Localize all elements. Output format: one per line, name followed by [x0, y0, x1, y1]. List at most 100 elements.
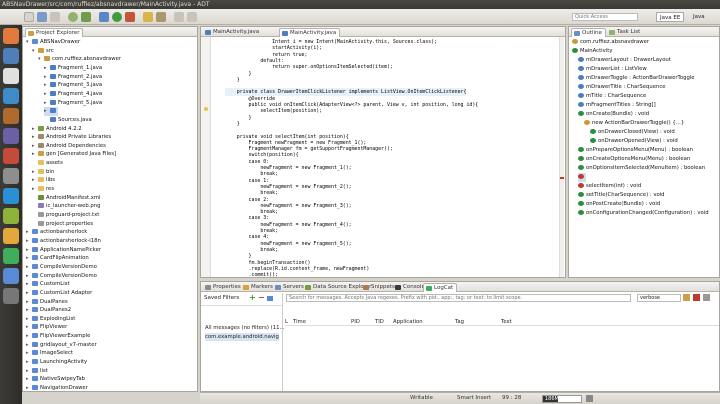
- outline-item[interactable]: mDrawerTitle : CharSequence: [578, 83, 666, 92]
- outline-item[interactable]: onDrawerClosed(View) : void: [590, 128, 675, 137]
- tab-servers[interactable]: Servers: [273, 283, 307, 292]
- tree-item[interactable]: ▸ ImageSelect: [26, 349, 73, 358]
- memory-bar[interactable]: 186M: [542, 395, 582, 403]
- tab-markers[interactable]: Markers: [241, 283, 276, 292]
- outline-item[interactable]: selectItem(int) : void: [578, 182, 641, 191]
- trash-icon[interactable]: [3, 288, 19, 304]
- outline-item[interactable]: onPostCreate(Bundle) : void: [578, 200, 660, 209]
- outline-item[interactable]: onCreate(Bundle) : void: [578, 110, 649, 119]
- scroll-lock-icon[interactable]: [703, 294, 710, 301]
- writer-icon[interactable]: [3, 68, 19, 84]
- logcat-column-header[interactable]: L: [285, 318, 288, 326]
- tab-task-list[interactable]: Task List: [607, 28, 643, 37]
- tree-item[interactable]: ▾ ABSNavDrawer: [26, 38, 80, 47]
- avd-manager-icon[interactable]: [81, 12, 91, 22]
- tree-item[interactable]: ▸ ApplicationNamePicker: [26, 246, 101, 255]
- tree-item[interactable]: ▸ CompileVersionDemo: [26, 272, 97, 281]
- editor-overview-ruler[interactable]: [559, 37, 564, 277]
- tree-item[interactable]: AndroidManifest.xml: [32, 194, 101, 203]
- tree-item[interactable]: ▸ Fragment_3.java: [44, 81, 102, 90]
- tab-properties[interactable]: Properties: [203, 283, 244, 292]
- ubuntu-one-icon[interactable]: [3, 148, 19, 164]
- run-icon[interactable]: [112, 12, 122, 22]
- tree-item[interactable]: ▸ CompileVersionDemo: [26, 263, 97, 272]
- edit-filter-icon[interactable]: [267, 296, 273, 301]
- tree-item[interactable]: ▸ DualPanes: [26, 298, 68, 307]
- quick-access-input[interactable]: [572, 13, 638, 21]
- skype-icon[interactable]: [3, 188, 19, 204]
- tree-item[interactable]: ▸ gen [Generated Java Files]: [32, 150, 116, 159]
- search-icon[interactable]: [156, 12, 166, 22]
- tree-item[interactable]: ▸ LaunchingActivity: [26, 358, 87, 367]
- tree-item[interactable]: project.properties: [32, 220, 93, 229]
- tree-item[interactable]: Sources.java: [44, 116, 92, 125]
- gc-icon[interactable]: [586, 395, 593, 402]
- files-icon[interactable]: [3, 28, 19, 44]
- settings-icon[interactable]: [3, 168, 19, 184]
- external-tools-icon[interactable]: [125, 12, 135, 22]
- outline-item[interactable]: mFragmentTitles : String[]: [578, 101, 656, 110]
- browser-icon[interactable]: [3, 48, 19, 64]
- tree-item[interactable]: ▸ NativeSwipeyTab: [26, 375, 85, 384]
- code-area[interactable]: Intent i = new Intent(MainActivity.this,…: [201, 37, 561, 277]
- tree-item[interactable]: ▸ Fragment_1.java: [44, 64, 102, 73]
- outline-item[interactable]: mDrawerToggle : ActionBarDrawerToggle: [578, 74, 695, 83]
- tree-item[interactable]: ▸ Fragment_5.java: [44, 99, 102, 108]
- outline-item[interactable]: [578, 173, 586, 182]
- clear-log-icon[interactable]: [693, 294, 700, 301]
- log-level-select[interactable]: verbose: [637, 294, 681, 302]
- tree-item[interactable]: ▸ CardFlipAnimation: [26, 254, 89, 263]
- tree-item[interactable]: ▸ libs: [32, 176, 55, 185]
- outline-item[interactable]: mDrawerLayout : DrawerLayout: [578, 56, 671, 65]
- tree-item[interactable]: ▸ ExplodingList: [26, 315, 75, 324]
- tab-editor-2[interactable]: MainActivity.java: [279, 28, 341, 37]
- tree-item[interactable]: ▾ com.ruffiez.absnavdrawer: [38, 55, 121, 64]
- tree-item[interactable]: ▸ Android 4.2.2: [32, 125, 82, 134]
- print-icon[interactable]: [50, 12, 60, 22]
- tree-item[interactable]: assets: [32, 159, 63, 168]
- tab-editor-1[interactable]: MainActivity.java: [203, 28, 262, 37]
- outline-item[interactable]: onDrawerOpened(View) : void: [590, 137, 678, 146]
- tree-item[interactable]: ▸ res: [32, 185, 54, 194]
- open-type-icon[interactable]: [143, 12, 153, 22]
- calc-icon[interactable]: [3, 88, 19, 104]
- workspace-icon[interactable]: [3, 228, 19, 244]
- tree-item[interactable]: ▸ list: [26, 367, 48, 376]
- tree-item[interactable]: ▸ NavigationDrawer: [26, 384, 88, 391]
- logcat-column-header[interactable]: Time: [293, 318, 306, 326]
- android-icon[interactable]: [3, 248, 19, 264]
- tree-item[interactable]: ic_launcher-web.png: [32, 202, 100, 211]
- logcat-column-header[interactable]: PID: [351, 318, 360, 326]
- outline-item[interactable]: MainActivity: [572, 47, 612, 56]
- tree-item[interactable]: ▸ Fragment_2.java: [44, 73, 102, 82]
- tree-item[interactable]: ▸ FlipViewer: [26, 323, 67, 332]
- outline-item[interactable]: onOptionsItemSelected(MenuItem) : boolea…: [578, 164, 705, 173]
- tree-item[interactable]: ▸ Android Dependencies: [32, 142, 106, 151]
- tree-item[interactable]: ▸ Android Private Libraries: [32, 133, 111, 142]
- tab-outline[interactable]: Outline: [571, 28, 606, 37]
- logcat-column-header[interactable]: Application: [393, 318, 423, 326]
- tree-item[interactable]: ▾ src: [32, 47, 54, 56]
- add-filter-icon[interactable]: +: [249, 294, 256, 302]
- tree-item[interactable]: ▸ CustomList Adapter: [26, 289, 92, 298]
- perspective-java-ee[interactable]: Java EE: [656, 12, 685, 22]
- tree-item[interactable]: ▸ Fragment_4.java: [44, 90, 102, 99]
- outline-item[interactable]: mDrawerList : ListView: [578, 65, 647, 74]
- tree-item[interactable]: ▸ DualPanes2: [26, 306, 71, 315]
- terminal-icon[interactable]: [3, 208, 19, 224]
- outline-item[interactable]: onCreateOptionsMenu(Menu) : boolean: [578, 155, 690, 164]
- tree-item[interactable]: proguard-project.txt: [32, 211, 99, 220]
- new-icon[interactable]: [24, 12, 34, 22]
- outline-item[interactable]: onPrepareOptionsMenu(Menu) : boolean: [578, 146, 693, 155]
- filter-all-messages[interactable]: All messages (no filters) (11...: [205, 324, 285, 332]
- outline-item[interactable]: onConfigurationChanged(Configuration) : …: [578, 209, 709, 218]
- tree-item[interactable]: ▸ CustomList: [26, 280, 70, 289]
- tree-item[interactable]: ▸ gridlayout_v7-master: [26, 341, 97, 350]
- save-log-icon[interactable]: [683, 294, 690, 301]
- tab-logcat[interactable]: LogCat: [423, 283, 458, 292]
- forward-icon[interactable]: [187, 12, 197, 22]
- eclipse-icon[interactable]: [3, 128, 19, 144]
- remove-filter-icon[interactable]: −: [258, 294, 265, 302]
- outline-item[interactable]: setTitle(CharSequence) : void: [578, 191, 665, 200]
- back-icon[interactable]: [174, 12, 184, 22]
